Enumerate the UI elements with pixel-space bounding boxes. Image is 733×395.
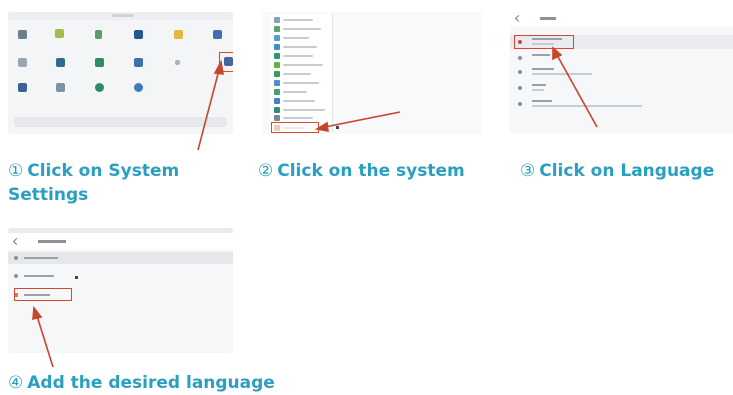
app-grid-icon[interactable]: [175, 60, 180, 65]
app-grid-icon[interactable]: [213, 30, 222, 39]
list-item[interactable]: [274, 89, 328, 95]
page-title: [540, 17, 556, 20]
add-language-highlight-box: [14, 288, 72, 301]
step-text: Settings: [8, 185, 89, 205]
step-number: ④: [8, 373, 24, 393]
list-item[interactable]: [274, 107, 328, 113]
cursor-icon: [75, 276, 78, 279]
back-arrow-icon[interactable]: [514, 14, 523, 23]
screenshot-system-settings: [8, 12, 233, 134]
list-item[interactable]: [8, 252, 233, 264]
step-text: Click on Language: [539, 161, 715, 181]
page-header: [8, 233, 233, 250]
list-item[interactable]: [510, 81, 733, 95]
list-item[interactable]: [510, 97, 733, 111]
list-item[interactable]: [8, 270, 233, 282]
step-number: ②: [258, 161, 274, 181]
list-item[interactable]: [274, 80, 328, 86]
page-header: [510, 12, 733, 26]
app-grid-icon[interactable]: [95, 58, 104, 67]
list-item[interactable]: [510, 65, 733, 79]
step-1-caption-line2: Settings: [8, 184, 88, 207]
app-grid-icon[interactable]: [55, 29, 64, 38]
list-item[interactable]: [274, 53, 328, 59]
step-number: ①: [8, 161, 24, 181]
screenshot-system-page: [510, 12, 733, 134]
app-grid-icon[interactable]: [18, 58, 27, 67]
step-3-caption: ③ Click on Language: [520, 160, 714, 183]
settings-highlight-box: [219, 52, 233, 72]
list-item[interactable]: [274, 26, 328, 32]
list-item[interactable]: [274, 98, 328, 104]
list-item[interactable]: [274, 115, 328, 121]
screenshot-settings-list: [262, 12, 482, 134]
app-grid-icon[interactable]: [56, 58, 65, 67]
app-grid-icon[interactable]: [95, 30, 102, 39]
step-text: Click on the system: [277, 161, 465, 181]
list-item[interactable]: [274, 35, 328, 41]
screenshot-languages-page: [8, 228, 233, 353]
step-text: Click on System: [27, 161, 180, 181]
back-arrow-icon[interactable]: [12, 237, 21, 246]
dock: [14, 117, 227, 127]
step-4-caption: ④ Add the desired language: [8, 372, 275, 395]
app-grid-icon[interactable]: [56, 83, 65, 92]
app-grid-icon[interactable]: [174, 30, 183, 39]
language-highlight-box: [514, 35, 574, 49]
list-item[interactable]: [274, 71, 328, 77]
top-bar: [8, 12, 233, 20]
app-grid-icon[interactable]: [134, 30, 143, 39]
step-number: ③: [520, 161, 536, 181]
app-grid-icon[interactable]: [134, 58, 143, 67]
list-item[interactable]: [510, 51, 733, 65]
list-item[interactable]: [274, 62, 328, 68]
step-text: Add the desired language: [27, 373, 275, 393]
app-grid-icon[interactable]: [134, 83, 143, 92]
top-bar-pill: [112, 14, 134, 17]
cursor-icon: [336, 126, 339, 129]
system-highlight-box: [271, 122, 319, 133]
page-title: [38, 240, 66, 243]
step-2-caption: ② Click on the system: [258, 160, 465, 183]
app-grid-icon[interactable]: [95, 83, 104, 92]
step-1-caption: ① Click on System: [8, 160, 179, 183]
app-grid-icon[interactable]: [18, 83, 27, 92]
list-item[interactable]: [274, 17, 328, 23]
app-grid-icon[interactable]: [18, 30, 27, 39]
list-item[interactable]: [274, 44, 328, 50]
settings-sidebar: [270, 14, 333, 132]
